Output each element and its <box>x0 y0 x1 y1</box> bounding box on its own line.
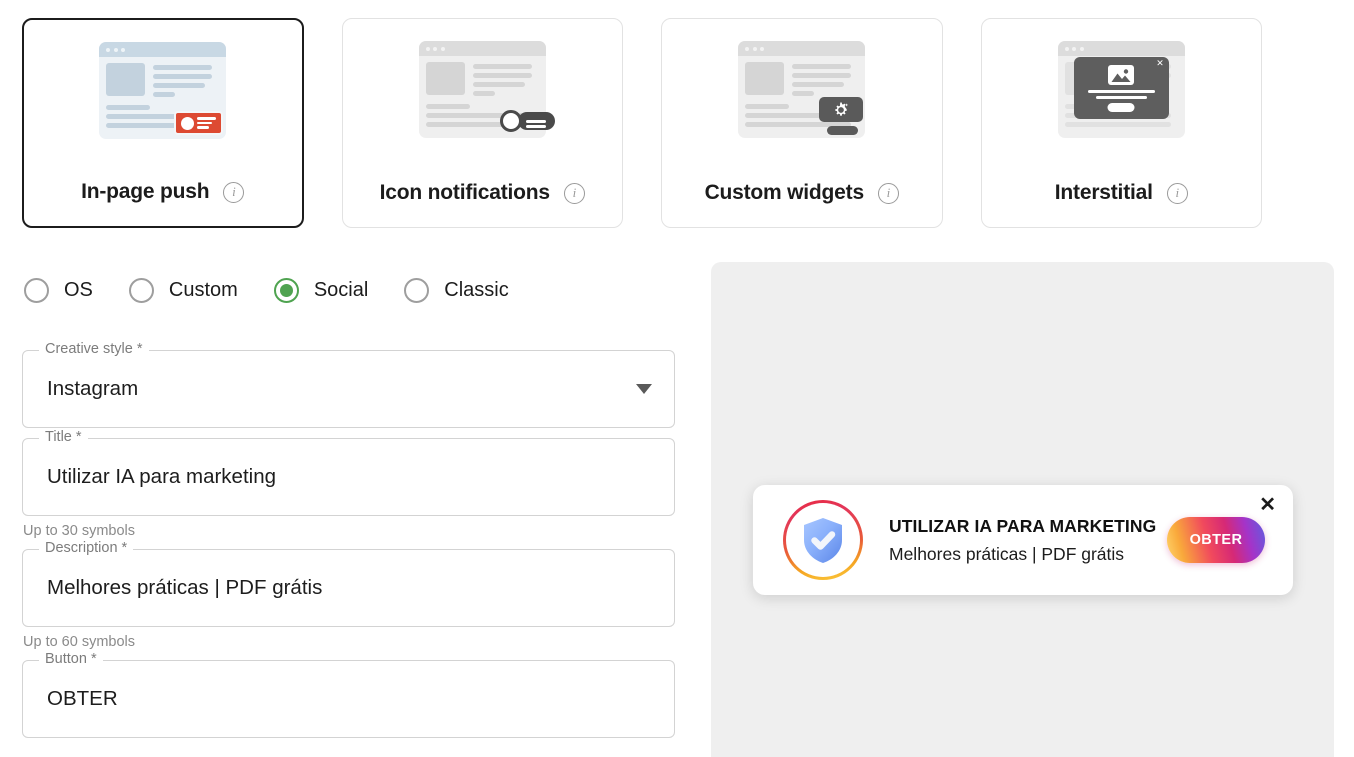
format-card-interstitial[interactable]: ✕ Interstiti <box>981 18 1263 228</box>
format-card-label: In-page push <box>81 180 209 204</box>
creative-style-label: Creative style * <box>39 341 149 357</box>
push-badge-icon <box>174 111 223 135</box>
field-creative-style: Creative style * <box>22 350 675 428</box>
description-hint: Up to 60 symbols <box>23 634 675 650</box>
description-label: Description * <box>39 540 133 556</box>
radio-label: Classic <box>444 279 508 302</box>
title-hint: Up to 30 symbols <box>23 523 675 539</box>
info-icon[interactable]: i <box>1167 183 1188 204</box>
in-page-push-preview-icon <box>99 42 226 139</box>
format-card-list: In-page push i <box>22 18 1262 228</box>
notification-title: UTILIZAR IA PARA MARKETING <box>889 516 1167 537</box>
button-input[interactable] <box>47 687 650 711</box>
close-icon[interactable]: ✕ <box>1259 495 1276 515</box>
title-label: Title * <box>39 429 88 445</box>
format-card-label: Icon notifications <box>380 181 550 205</box>
notification-preview-card[interactable]: ✕ <box>753 485 1293 595</box>
radio-label: Custom <box>169 279 238 302</box>
creative-editor-page: In-page push i <box>0 0 1354 757</box>
notification-cta-button[interactable]: OBTER <box>1167 517 1265 563</box>
title-input-box[interactable] <box>22 438 675 516</box>
custom-widgets-preview-icon <box>738 41 865 138</box>
image-placeholder-icon <box>1108 65 1134 85</box>
notification-text: UTILIZAR IA PARA MARKETING Melhores prát… <box>889 516 1167 565</box>
button-input-box[interactable] <box>22 660 675 738</box>
radio-option-os[interactable]: OS <box>24 278 93 303</box>
radio-label: Social <box>314 279 368 302</box>
description-input[interactable] <box>47 576 650 600</box>
gear-icon <box>819 97 863 122</box>
field-button: Button * <box>22 660 675 738</box>
radio-option-classic[interactable]: Classic <box>404 278 508 303</box>
info-icon[interactable]: i <box>878 183 899 204</box>
radio-option-custom[interactable]: Custom <box>129 278 238 303</box>
radio-circle-icon <box>24 278 49 303</box>
creative-style-select[interactable] <box>22 350 675 428</box>
close-icon: ✕ <box>1156 59 1164 68</box>
avatar <box>783 500 863 580</box>
radio-option-social[interactable]: Social <box>274 278 368 303</box>
description-input-box[interactable] <box>22 549 675 627</box>
button-label: Button * <box>39 651 103 667</box>
creative-preview-panel: ✕ <box>711 262 1334 757</box>
radio-circle-icon <box>274 278 299 303</box>
icon-notifications-preview-icon <box>419 41 546 138</box>
radio-circle-icon <box>129 278 154 303</box>
notification-description: Melhores práticas | PDF grátis <box>889 544 1167 565</box>
radio-circle-icon <box>404 278 429 303</box>
creative-style-radio-group: OS Custom Social Classic <box>24 278 545 303</box>
creative-style-value[interactable] <box>47 377 650 401</box>
format-card-custom-widgets[interactable]: Custom widgets i <box>661 18 943 228</box>
format-card-in-page-push[interactable]: In-page push i <box>22 18 304 228</box>
radio-label: OS <box>64 279 93 302</box>
field-description: Description * Up to 60 symbols <box>22 549 675 650</box>
title-input[interactable] <box>47 465 650 489</box>
info-icon[interactable]: i <box>564 183 585 204</box>
icon-notification-badge-icon <box>500 110 555 132</box>
format-card-label: Interstitial <box>1055 181 1153 205</box>
info-icon[interactable]: i <box>223 182 244 203</box>
format-card-label: Custom widgets <box>705 181 864 205</box>
format-card-icon-notifications[interactable]: Icon notifications i <box>342 18 624 228</box>
interstitial-preview-icon: ✕ <box>1058 41 1185 138</box>
creative-form: Creative style * Title * Up to 30 symbol… <box>22 350 675 748</box>
widget-button-shape-icon <box>827 126 858 135</box>
shield-check-icon <box>795 512 851 568</box>
field-title: Title * Up to 30 symbols <box>22 438 675 539</box>
chevron-down-icon[interactable] <box>636 384 652 394</box>
interstitial-overlay-icon: ✕ <box>1074 57 1169 119</box>
